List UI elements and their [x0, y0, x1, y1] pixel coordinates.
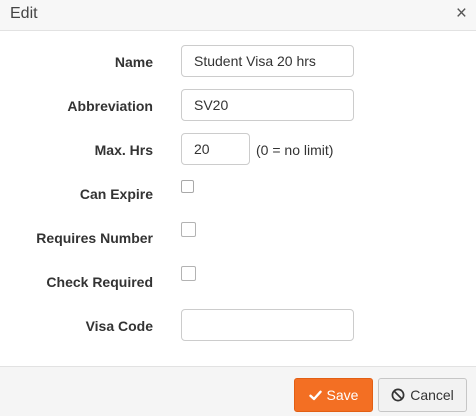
checkmark-icon: [308, 390, 322, 400]
close-icon[interactable]: ×: [456, 4, 467, 24]
cancel-button-label: Cancel: [410, 387, 454, 403]
save-button[interactable]: Save: [294, 378, 373, 412]
dialog-title: Edit: [10, 5, 38, 22]
can-expire-label: Can Expire: [79, 186, 153, 202]
can-expire-checkbox[interactable]: [181, 180, 194, 193]
visa-code-input[interactable]: [181, 309, 354, 341]
visa-code-label: Visa Code: [85, 318, 153, 334]
abbreviation-label: Abbreviation: [67, 98, 153, 114]
max-hrs-label: Max. Hrs: [94, 142, 153, 158]
requires-number-checkbox[interactable]: [181, 222, 196, 237]
abbreviation-input[interactable]: [181, 89, 354, 121]
ban-icon: [391, 388, 405, 402]
save-button-label: Save: [326, 387, 359, 403]
name-label: Name: [114, 54, 153, 70]
dialog-title-bar: Edit ×: [0, 0, 476, 31]
cancel-button[interactable]: Cancel: [378, 378, 467, 412]
dialog-footer: Save Cancel: [0, 366, 476, 416]
edit-dialog: Edit × Name Abbreviation Max. Hrs (0 = n…: [0, 0, 476, 416]
max-hrs-input[interactable]: [181, 133, 250, 165]
max-hrs-hint: (0 = no limit): [256, 142, 334, 158]
name-input[interactable]: [181, 45, 354, 77]
check-required-checkbox[interactable]: [181, 266, 196, 281]
requires-number-label: Requires Number: [36, 230, 153, 246]
check-required-label: Check Required: [46, 274, 153, 290]
